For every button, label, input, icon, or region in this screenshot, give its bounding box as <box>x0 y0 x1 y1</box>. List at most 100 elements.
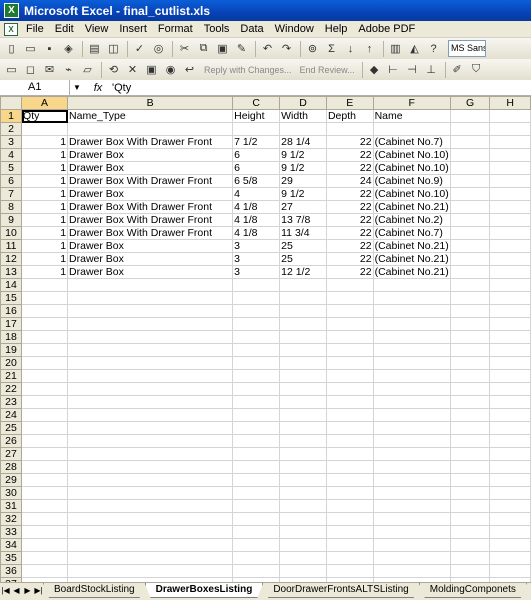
row-header[interactable]: 14 <box>0 278 23 292</box>
cell[interactable]: 28 1/4 <box>279 135 327 149</box>
cell[interactable] <box>21 525 69 539</box>
cell[interactable]: Depth <box>325 109 374 123</box>
cell[interactable] <box>67 499 234 513</box>
cell[interactable] <box>67 525 234 539</box>
cell[interactable]: 1 <box>21 174 69 188</box>
cell[interactable] <box>21 382 69 396</box>
menu-file[interactable]: File <box>26 23 44 35</box>
cell[interactable] <box>489 109 531 123</box>
permission-icon[interactable]: ◈ <box>60 40 77 57</box>
cell[interactable] <box>279 330 327 344</box>
cell[interactable] <box>449 421 491 435</box>
cell[interactable] <box>279 538 327 552</box>
row-header[interactable]: 16 <box>0 304 23 318</box>
cell[interactable] <box>449 499 491 513</box>
cell[interactable]: (Cabinet No.9) <box>372 174 451 188</box>
cell[interactable]: 1 <box>21 200 69 214</box>
tab-doordrawerfrontsaltslisting[interactable]: DoorDrawerFrontsALTSListing <box>262 583 419 598</box>
tab-moldingcomponets[interactable]: MoldingComponets <box>419 583 527 598</box>
cell[interactable] <box>325 382 374 396</box>
cell[interactable]: (Cabinet No.21) <box>372 265 451 279</box>
cell[interactable] <box>489 499 531 513</box>
cell[interactable] <box>232 525 281 539</box>
cell[interactable] <box>21 434 69 448</box>
tab-drawerboxeslisting[interactable]: DrawerBoxesListing <box>145 583 264 598</box>
cell[interactable] <box>449 213 491 227</box>
cell[interactable] <box>232 421 281 435</box>
cell[interactable] <box>449 109 491 123</box>
row-header[interactable]: 21 <box>0 369 23 383</box>
cell[interactable] <box>67 564 234 578</box>
cell[interactable] <box>279 304 327 318</box>
new-file-icon[interactable]: ▯ <box>3 40 20 57</box>
function-icon[interactable]: fx <box>84 82 112 94</box>
row-header[interactable]: 15 <box>0 291 23 305</box>
cell[interactable] <box>372 551 451 565</box>
trace-precedents-icon[interactable]: ⊢ <box>385 61 402 78</box>
diamond-icon[interactable]: ◆ <box>366 61 383 78</box>
trace-dependents-icon[interactable]: ⊣ <box>404 61 421 78</box>
row-header[interactable]: 25 <box>0 421 23 435</box>
last-sheet-icon[interactable]: ▶| <box>33 583 44 599</box>
cell[interactable] <box>67 473 234 487</box>
cell[interactable] <box>21 538 69 552</box>
cell[interactable] <box>67 317 234 331</box>
cell[interactable]: 25 <box>279 252 327 266</box>
cell[interactable] <box>67 291 234 305</box>
workbook-icon[interactable]: X <box>4 22 18 36</box>
cell[interactable]: 22 <box>325 226 374 240</box>
cell[interactable] <box>489 187 531 201</box>
cell[interactable] <box>449 382 491 396</box>
cell[interactable] <box>232 382 281 396</box>
spelling-icon[interactable]: ✓ <box>131 40 148 57</box>
row-header[interactable]: 24 <box>0 408 23 422</box>
row-header[interactable]: 20 <box>0 356 23 370</box>
menu-insert[interactable]: Insert <box>119 23 147 35</box>
cell[interactable]: 13 7/8 <box>279 213 327 227</box>
prev-sheet-icon[interactable]: ◀ <box>11 583 22 599</box>
cell[interactable] <box>449 161 491 175</box>
cell[interactable] <box>232 343 281 357</box>
row-header[interactable]: 22 <box>0 382 23 396</box>
cell[interactable] <box>489 551 531 565</box>
cut-icon[interactable]: ✂ <box>176 40 193 57</box>
cell[interactable] <box>489 538 531 552</box>
cell[interactable] <box>449 408 491 422</box>
row-header[interactable]: 12 <box>0 252 23 266</box>
select-all-corner[interactable] <box>0 96 23 110</box>
cell[interactable] <box>489 447 531 461</box>
cell[interactable]: 3 <box>232 239 281 253</box>
research-icon[interactable]: ◎ <box>150 40 167 57</box>
cell[interactable] <box>325 291 374 305</box>
row-header[interactable]: 17 <box>0 317 23 331</box>
cell[interactable]: 9 1/2 <box>279 148 327 162</box>
cell[interactable] <box>67 512 234 526</box>
cell[interactable] <box>21 356 69 370</box>
cell[interactable] <box>489 356 531 370</box>
cell[interactable]: 6 <box>232 161 281 175</box>
cell[interactable] <box>489 382 531 396</box>
column-header-g[interactable]: G <box>449 96 491 110</box>
cell[interactable] <box>489 564 531 578</box>
cell[interactable] <box>489 291 531 305</box>
cell[interactable] <box>279 564 327 578</box>
cell[interactable]: 1 <box>21 226 69 240</box>
cell[interactable] <box>325 434 374 448</box>
cell[interactable] <box>232 538 281 552</box>
cell[interactable]: 22 <box>325 213 374 227</box>
menu-tools[interactable]: Tools <box>204 23 230 35</box>
cell[interactable] <box>325 473 374 487</box>
row-header[interactable]: 30 <box>0 486 23 500</box>
cell[interactable] <box>325 408 374 422</box>
cell[interactable] <box>449 525 491 539</box>
cell[interactable]: (Cabinet No.10) <box>372 187 451 201</box>
cell[interactable] <box>325 499 374 513</box>
cell[interactable] <box>489 148 531 162</box>
cell[interactable] <box>372 304 451 318</box>
cell[interactable] <box>232 551 281 565</box>
copy-icon[interactable]: ⧉ <box>195 40 212 57</box>
cell[interactable] <box>449 278 491 292</box>
menu-edit[interactable]: Edit <box>55 23 74 35</box>
row-header[interactable]: 28 <box>0 460 23 474</box>
cell[interactable] <box>489 135 531 149</box>
